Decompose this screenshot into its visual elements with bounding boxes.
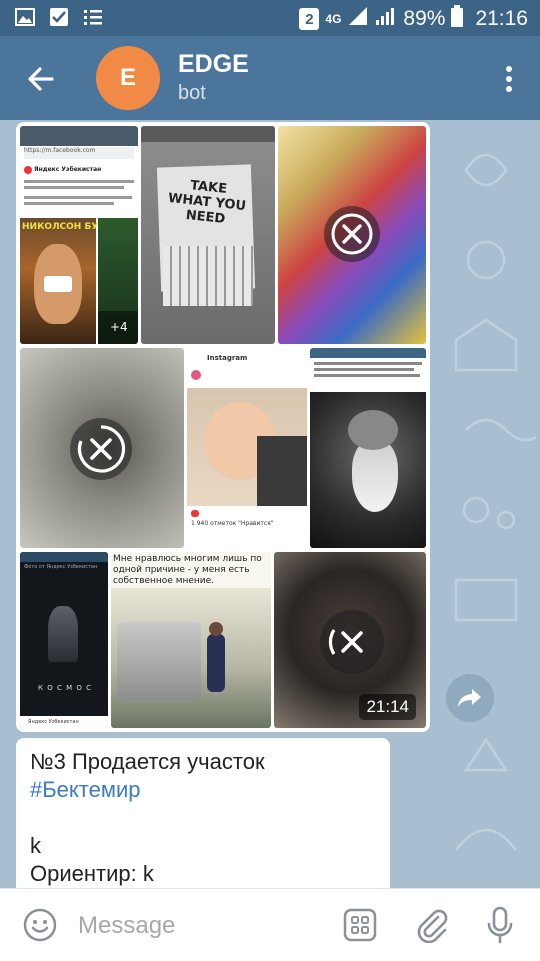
message-line-3: k — [30, 833, 41, 858]
photo-take-what-you-need[interactable]: TAKE WHAT YOU NEED — [141, 126, 275, 344]
clock: 21:16 — [475, 7, 528, 30]
microphone-icon[interactable] — [480, 905, 520, 945]
more-menu-icon[interactable] — [502, 64, 516, 94]
photo-poster-kosmos[interactable]: Фото от Яндекс Узбекистан К О С М О С Ян… — [20, 552, 108, 728]
text-message-bubble[interactable]: №3 Продается участок #Бектемир k Ориенти… — [16, 738, 390, 888]
likes-count: 1 940 отметок "Нравится" — [191, 520, 274, 527]
chat-subtitle: bot — [178, 82, 206, 104]
photo-blurred-dark[interactable]: 21:14 — [274, 552, 426, 728]
url-bar: https://m.facebook.com — [24, 147, 134, 159]
photo-facebook-post[interactable]: https://m.facebook.com Яндекс Узбекистан… — [20, 126, 138, 344]
download-cancel-icon[interactable] — [70, 418, 132, 480]
avatar[interactable]: E — [96, 46, 160, 110]
poster-caption: Фото от Яндекс Узбекистан — [24, 564, 98, 570]
sim-badge: 2 — [299, 8, 320, 30]
message-input[interactable] — [76, 905, 330, 947]
chat-area[interactable]: https://m.facebook.com Яндекс Узбекистан… — [0, 120, 540, 888]
attach-icon[interactable] — [412, 905, 452, 945]
chat-header: E EDGE bot — [0, 36, 540, 120]
download-cancel-icon[interactable] — [320, 610, 384, 674]
signal-icon-2 — [375, 6, 397, 32]
message-input-bar — [0, 888, 540, 961]
battery-icon — [451, 5, 464, 33]
sign-text: TAKE WHAT YOU NEED — [167, 178, 247, 227]
insta-header: Instagram — [207, 354, 248, 362]
photo-baby[interactable]: Instagram 1 940 отметок "Нравится" — [187, 348, 307, 548]
share-icon[interactable] — [446, 674, 494, 722]
download-cancel-icon[interactable] — [324, 206, 380, 262]
emoji-icon[interactable] — [20, 905, 60, 945]
poster-footer: Яндекс Узбекистан — [20, 716, 108, 728]
hashtag-link[interactable]: #Бектемир — [30, 776, 376, 804]
bot-keyboard-icon[interactable] — [340, 905, 380, 945]
car-caption: Мне нравлюсь многим лишь по одной причин… — [113, 554, 262, 586]
photo-bearded-man[interactable] — [310, 348, 426, 548]
poster-title: К О С М О С — [38, 684, 92, 692]
checklist-notification-icon — [82, 6, 104, 28]
signal-icon — [347, 6, 369, 32]
message-line-1: №3 Продается участок — [30, 749, 265, 774]
photo-album-bubble: https://m.facebook.com Яндекс Узбекистан… — [16, 122, 430, 732]
more-count: +4 — [110, 320, 128, 334]
network-type: 4G — [325, 12, 342, 26]
battery-percent: 89% — [403, 7, 446, 30]
message-line-4: Ориентир: k — [30, 861, 154, 886]
photo-blurred-gray[interactable] — [20, 348, 184, 548]
message-time: 21:14 — [359, 694, 416, 720]
doodle-pattern-icon — [454, 153, 536, 851]
image-notification-icon — [14, 6, 36, 28]
checkbox-notification-icon — [48, 6, 70, 28]
post-source: Яндекс Узбекистан — [34, 166, 102, 173]
status-bar: 2 4G 89% 21:16 — [0, 0, 540, 36]
chat-title[interactable]: EDGE — [178, 50, 249, 79]
back-arrow-icon[interactable] — [24, 62, 58, 96]
photo-blurred-colorful[interactable] — [278, 126, 426, 344]
photo-car[interactable]: Мне нравлюсь многим лишь по одной причин… — [111, 552, 271, 728]
